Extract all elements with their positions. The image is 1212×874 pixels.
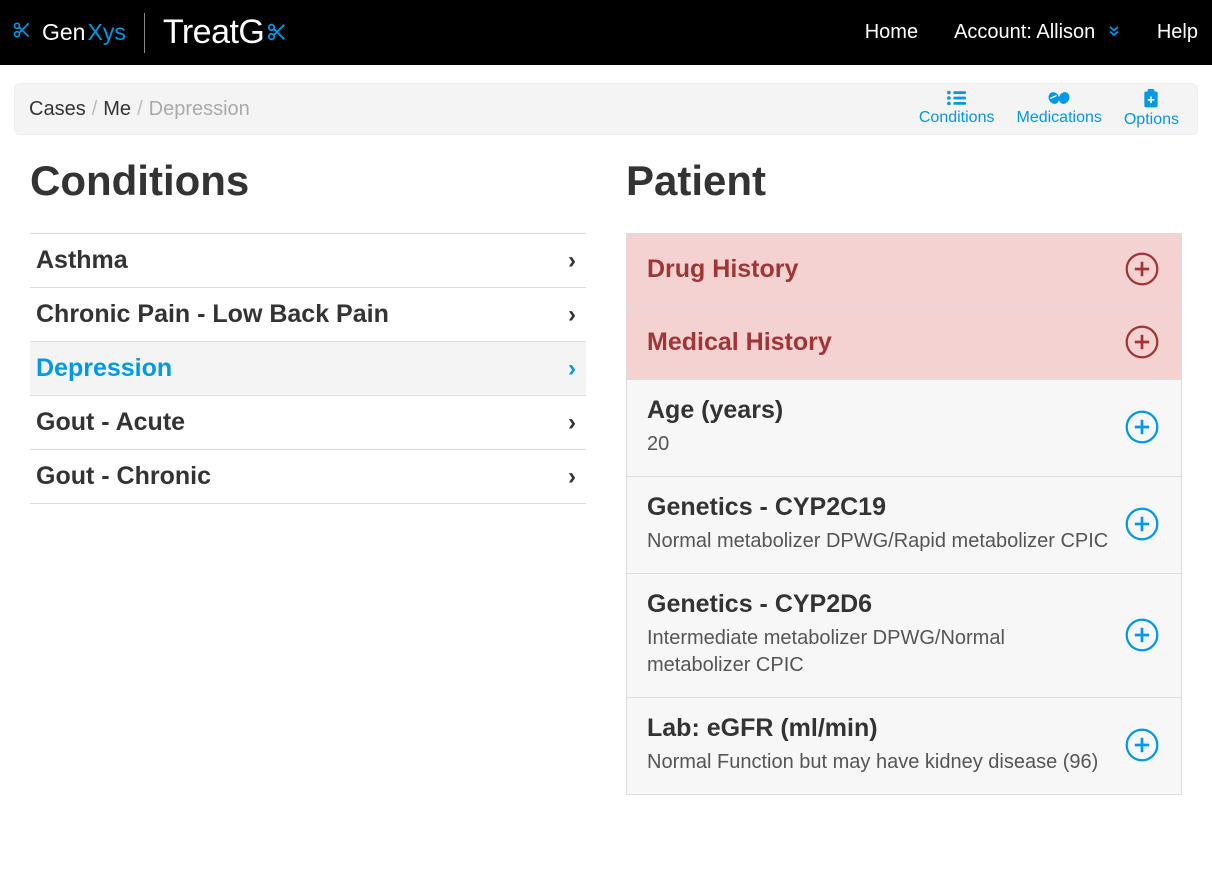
breadcrumb-current: Depression xyxy=(149,98,250,121)
top-nav: Home Account: Allison Help xyxy=(865,21,1198,44)
brand-separator xyxy=(144,13,145,53)
brand-genxys-gen: Gen xyxy=(42,19,85,46)
patient-item-title: Age (years) xyxy=(647,396,1111,425)
add-circle-icon[interactable] xyxy=(1123,408,1161,446)
breadcrumb-sep: / xyxy=(92,98,98,121)
chevron-right-icon: › xyxy=(568,463,576,491)
breadcrumb-cases[interactable]: Cases xyxy=(29,98,86,121)
condition-label: Asthma xyxy=(36,246,128,275)
list-icon xyxy=(946,89,968,107)
add-circle-icon[interactable] xyxy=(1123,250,1161,288)
condition-item[interactable]: Depression › xyxy=(30,342,586,396)
chevron-double-down-icon xyxy=(1107,21,1121,44)
patient-item-text: Genetics - CYP2D6 Intermediate metabolize… xyxy=(647,590,1111,679)
condition-label: Gout - Chronic xyxy=(36,462,211,491)
patient-item[interactable]: Lab: eGFR (ml/min) Normal Function but ma… xyxy=(626,697,1182,795)
add-circle-icon[interactable] xyxy=(1123,726,1161,764)
conditions-panel: Conditions Asthma›Chronic Pain - Low Bac… xyxy=(30,157,586,795)
nav-help[interactable]: Help xyxy=(1157,21,1198,44)
patient-item-title: Genetics - CYP2D6 xyxy=(647,590,1111,619)
brand-genxys-xys: Xys xyxy=(87,19,125,46)
condition-item[interactable]: Gout - Acute › xyxy=(30,396,586,450)
condition-label: Gout - Acute xyxy=(36,408,185,437)
pills-icon xyxy=(1047,89,1071,107)
patient-item-text: Age (years) 20 xyxy=(647,396,1111,458)
patient-item-text: Lab: eGFR (ml/min) Normal Function but ma… xyxy=(647,714,1111,776)
brand-genxys[interactable]: GenXys xyxy=(42,19,126,46)
brand-block: GenXys TreatG xyxy=(12,13,288,53)
conditions-heading: Conditions xyxy=(30,157,586,205)
nav-account[interactable]: Account: Allison xyxy=(954,21,1121,44)
main-content: Conditions Asthma›Chronic Pain - Low Bac… xyxy=(0,135,1212,795)
subheader: Cases / Me / Depression Conditions xyxy=(14,83,1198,135)
clipboard-plus-icon xyxy=(1142,89,1160,109)
condition-item[interactable]: Asthma › xyxy=(30,234,586,288)
chevron-right-icon: › xyxy=(568,409,576,437)
toolbar-medications[interactable]: Medications xyxy=(1016,89,1101,129)
patient-item[interactable]: Drug History xyxy=(626,233,1182,306)
patient-item-text: Drug History xyxy=(647,255,1111,284)
patient-item-title: Genetics - CYP2C19 xyxy=(647,493,1111,522)
condition-item[interactable]: Gout - Chronic › xyxy=(30,450,586,504)
chevron-right-icon: › xyxy=(568,355,576,383)
patient-item-subtitle: Normal metabolizer DPWG/Rapid metabolize… xyxy=(647,528,1111,555)
nav-home[interactable]: Home xyxy=(865,21,918,44)
nav-account-label: Account: Allison xyxy=(954,21,1095,43)
patient-item-title: Drug History xyxy=(647,255,1111,284)
conditions-list: Asthma›Chronic Pain - Low Back Pain›Depr… xyxy=(30,233,586,504)
brand-treatgx[interactable]: TreatG xyxy=(163,13,289,52)
toolbar-medications-label: Medications xyxy=(1016,109,1101,127)
toolbar-conditions[interactable]: Conditions xyxy=(919,89,995,129)
patient-item-subtitle: 20 xyxy=(647,431,1111,458)
patient-item[interactable]: Genetics - CYP2C19 Normal metabolizer DPW… xyxy=(626,476,1182,573)
patient-panel: Patient Drug History Medical History Age (… xyxy=(626,157,1182,795)
patient-item-subtitle: Normal Function but may have kidney dise… xyxy=(647,749,1111,776)
chevron-right-icon: › xyxy=(568,301,576,329)
genxys-scissors-icon xyxy=(12,20,32,45)
add-circle-icon[interactable] xyxy=(1123,323,1161,361)
toolbar-options-label: Options xyxy=(1124,111,1179,129)
top-header: GenXys TreatG Home Account: Allison Help xyxy=(0,0,1212,65)
patient-item-text: Medical History xyxy=(647,328,1111,357)
patient-list: Drug History Medical History Age (years) 20… xyxy=(626,233,1182,795)
patient-item-text: Genetics - CYP2C19 Normal metabolizer DPW… xyxy=(647,493,1111,555)
patient-item-title: Lab: eGFR (ml/min) xyxy=(647,714,1111,743)
add-circle-icon[interactable] xyxy=(1123,505,1161,543)
breadcrumb: Cases / Me / Depression xyxy=(29,98,250,121)
treatgx-scissors-icon xyxy=(266,13,288,52)
add-circle-icon[interactable] xyxy=(1123,616,1161,654)
patient-item[interactable]: Age (years) 20 xyxy=(626,379,1182,476)
patient-heading: Patient xyxy=(626,157,1182,205)
toolbar: Conditions Medications Opti xyxy=(919,89,1179,129)
chevron-right-icon: › xyxy=(568,247,576,275)
patient-item-title: Medical History xyxy=(647,328,1111,357)
brand-treat-prefix: Treat xyxy=(163,13,239,52)
toolbar-options[interactable]: Options xyxy=(1124,89,1179,129)
patient-item-subtitle: Intermediate metabolizer DPWG/Normal met… xyxy=(647,625,1111,679)
patient-item[interactable]: Genetics - CYP2D6 Intermediate metabolize… xyxy=(626,573,1182,697)
condition-item[interactable]: Chronic Pain - Low Back Pain › xyxy=(30,288,586,342)
toolbar-conditions-label: Conditions xyxy=(919,109,995,127)
breadcrumb-sep: / xyxy=(137,98,143,121)
condition-label: Chronic Pain - Low Back Pain xyxy=(36,300,389,329)
brand-treat-g: G xyxy=(238,13,264,52)
breadcrumb-me[interactable]: Me xyxy=(103,98,131,121)
patient-item[interactable]: Medical History xyxy=(626,306,1182,379)
condition-label: Depression xyxy=(36,354,172,383)
